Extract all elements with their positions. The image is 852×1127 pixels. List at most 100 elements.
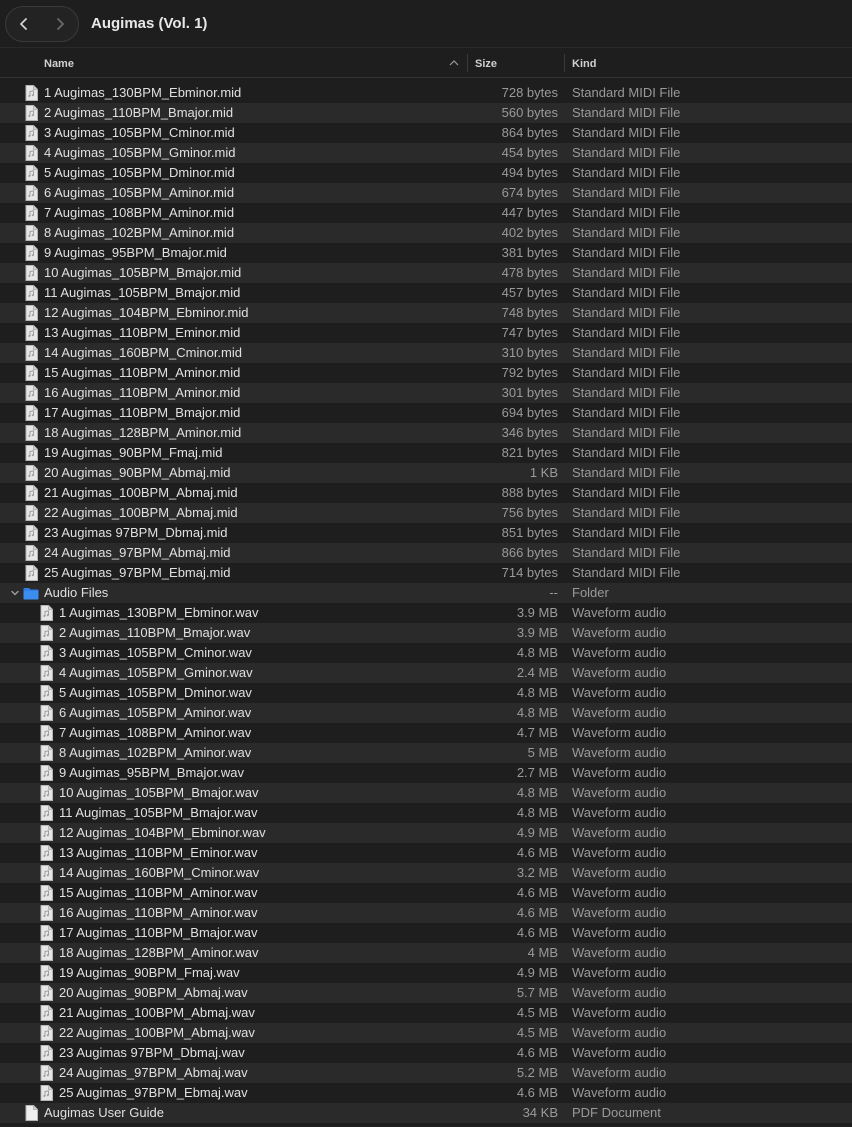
file-row[interactable]: 12 Augimas_104BPM_Ebminor.wav 4.9 MB Wavef… bbox=[0, 823, 852, 843]
file-name: 17 Augimas_110BPM_Bmajor.mid bbox=[44, 405, 241, 420]
column-header-name[interactable]: Name bbox=[44, 58, 74, 70]
file-size: 4.5 MB bbox=[516, 1025, 558, 1040]
column-header-size[interactable]: Size bbox=[475, 58, 497, 70]
file-name: 18 Augimas_128BPM_Aminor.wav bbox=[59, 945, 259, 960]
file-row[interactable]: 23 Augimas 97BPM_Dbmaj.wav 4.6 MB Waveform… bbox=[0, 1043, 852, 1063]
file-row[interactable]: 18 Augimas_128BPM_Aminor.mid 346 bytes Sta… bbox=[0, 423, 852, 443]
file-row[interactable]: 16 Augimas_110BPM_Aminor.mid 301 bytes Sta… bbox=[0, 383, 852, 403]
file-name: 14 Augimas_160BPM_Cminor.wav bbox=[59, 865, 260, 880]
file-row[interactable]: 18 Augimas_128BPM_Aminor.wav 4 MB Waveform… bbox=[0, 943, 852, 963]
file-row[interactable]: 17 Augimas_110BPM_Bmajor.mid 694 bytes Sta… bbox=[0, 403, 852, 423]
file-row[interactable]: 1 Augimas_130BPM_Ebminor.mid 728 bytes Sta… bbox=[0, 83, 852, 103]
file-row[interactable]: Augimas User Guide 34 KB PDF Document bbox=[0, 1103, 852, 1123]
file-kind: Waveform audio bbox=[572, 1025, 667, 1040]
file-row[interactable]: 20 Augimas_90BPM_Abmaj.wav 5.7 MB Waveform… bbox=[0, 983, 852, 1003]
file-name: 5 Augimas_105BPM_Dminor.mid bbox=[44, 165, 235, 180]
file-row[interactable]: 9 Augimas_95BPM_Bmajor.wav 2.7 MB Waveform… bbox=[0, 763, 852, 783]
file-size: 4.6 MB bbox=[516, 885, 558, 900]
file-size: 4.6 MB bbox=[516, 1045, 558, 1060]
file-kind: Waveform audio bbox=[572, 825, 667, 840]
file-row[interactable]: 21 Augimas_100BPM_Abmaj.mid 888 bytes Stan… bbox=[0, 483, 852, 503]
file-kind: Standard MIDI File bbox=[572, 225, 681, 240]
file-size: 381 bytes bbox=[501, 245, 558, 260]
column-header-kind[interactable]: Kind bbox=[572, 58, 596, 70]
column-header: Name Size Kind bbox=[0, 50, 852, 78]
file-row[interactable]: 16 Augimas_110BPM_Aminor.wav 4.6 MB Wavefo… bbox=[0, 903, 852, 923]
file-row[interactable]: 11 Augimas_105BPM_Bmajor.wav 4.8 MB Wavefo… bbox=[0, 803, 852, 823]
file-row[interactable]: 1 Augimas_130BPM_Ebminor.wav 3.9 MB Wavefo… bbox=[0, 603, 852, 623]
back-button[interactable] bbox=[6, 7, 42, 41]
file-row[interactable]: 6 Augimas_105BPM_Aminor.wav 4.8 MB Wavefor… bbox=[0, 703, 852, 723]
file-row[interactable]: 4 Augimas_105BPM_Gminor.mid 454 bytes Stan… bbox=[0, 143, 852, 163]
midi-file-icon bbox=[25, 285, 38, 301]
file-row[interactable]: 10 Augimas_105BPM_Bmajor.mid 478 bytes Sta… bbox=[0, 263, 852, 283]
file-kind: Waveform audio bbox=[572, 645, 667, 660]
file-kind: Standard MIDI File bbox=[572, 185, 681, 200]
file-name: 25 Augimas_97BPM_Ebmaj.wav bbox=[59, 1085, 248, 1100]
file-row[interactable]: 3 Augimas_105BPM_Cminor.wav 4.8 MB Wavefor… bbox=[0, 643, 852, 663]
toolbar: Augimas (Vol. 1) bbox=[0, 0, 852, 48]
sort-ascending-icon[interactable] bbox=[449, 58, 459, 68]
file-name: 1 Augimas_130BPM_Ebminor.mid bbox=[44, 85, 242, 100]
file-row[interactable]: 13 Augimas_110BPM_Eminor.wav 4.6 MB Wavefo… bbox=[0, 843, 852, 863]
file-row[interactable]: 12 Augimas_104BPM_Ebminor.mid 748 bytes St… bbox=[0, 303, 852, 323]
file-row[interactable]: 25 Augimas_97BPM_Ebmaj.mid 714 bytes Stand… bbox=[0, 563, 852, 583]
file-kind: Standard MIDI File bbox=[572, 385, 681, 400]
file-row[interactable]: 20 Augimas_90BPM_Abmaj.mid 1 KB Standard M… bbox=[0, 463, 852, 483]
file-name: 9 Augimas_95BPM_Bmajor.mid bbox=[44, 245, 227, 260]
file-row[interactable]: 8 Augimas_102BPM_Aminor.mid 402 bytes Stan… bbox=[0, 223, 852, 243]
file-row[interactable]: 6 Augimas_105BPM_Aminor.mid 674 bytes Stan… bbox=[0, 183, 852, 203]
chevron-left-icon bbox=[20, 17, 27, 30]
file-kind: Standard MIDI File bbox=[572, 85, 681, 100]
file-row[interactable]: 7 Augimas_108BPM_Aminor.wav 4.7 MB Wavefor… bbox=[0, 723, 852, 743]
file-row[interactable]: 15 Augimas_110BPM_Aminor.wav 4.6 MB Wavefo… bbox=[0, 883, 852, 903]
file-row[interactable]: 5 Augimas_105BPM_Dminor.wav 4.8 MB Wavefor… bbox=[0, 683, 852, 703]
file-name: 22 Augimas_100BPM_Abmaj.wav bbox=[59, 1025, 255, 1040]
file-row[interactable]: 24 Augimas_97BPM_Abmaj.wav 5.2 MB Waveform… bbox=[0, 1063, 852, 1083]
file-name: 16 Augimas_110BPM_Aminor.wav bbox=[59, 905, 258, 920]
midi-file-icon bbox=[25, 325, 38, 341]
file-row[interactable]: 25 Augimas_97BPM_Ebmaj.wav 4.6 MB Waveform… bbox=[0, 1083, 852, 1103]
file-size: 3.9 MB bbox=[516, 625, 558, 640]
window-title: Augimas (Vol. 1) bbox=[91, 15, 208, 32]
file-row[interactable]: 11 Augimas_105BPM_Bmajor.mid 457 bytes Sta… bbox=[0, 283, 852, 303]
folder-row[interactable]: Audio Files -- Folder bbox=[0, 583, 852, 603]
audio-file-icon bbox=[40, 605, 53, 621]
file-row[interactable]: 13 Augimas_110BPM_Eminor.mid 747 bytes Sta… bbox=[0, 323, 852, 343]
file-name: 2 Augimas_110BPM_Bmajor.wav bbox=[59, 625, 251, 640]
file-row[interactable]: 24 Augimas_97BPM_Abmaj.mid 866 bytes Stand… bbox=[0, 543, 852, 563]
file-row[interactable]: 19 Augimas_90BPM_Fmaj.mid 821 bytes Standa… bbox=[0, 443, 852, 463]
file-kind: Waveform audio bbox=[572, 605, 667, 620]
file-row[interactable]: 2 Augimas_110BPM_Bmajor.mid 560 bytes Stan… bbox=[0, 103, 852, 123]
file-row[interactable]: 19 Augimas_90BPM_Fmaj.wav 4.9 MB Waveform … bbox=[0, 963, 852, 983]
file-row[interactable]: 2 Augimas_110BPM_Bmajor.wav 3.9 MB Wavefor… bbox=[0, 623, 852, 643]
file-kind: Folder bbox=[572, 585, 609, 600]
file-name: 21 Augimas_100BPM_Abmaj.mid bbox=[44, 485, 238, 500]
file-row[interactable]: 17 Augimas_110BPM_Bmajor.wav 4.6 MB Wavefo… bbox=[0, 923, 852, 943]
file-kind: Standard MIDI File bbox=[572, 285, 681, 300]
file-row[interactable]: 23 Augimas 97BPM_Dbmaj.mid 851 bytes Stand… bbox=[0, 523, 852, 543]
column-divider[interactable] bbox=[564, 54, 565, 72]
file-kind: Standard MIDI File bbox=[572, 545, 681, 560]
file-row[interactable]: 9 Augimas_95BPM_Bmajor.mid 381 bytes Stand… bbox=[0, 243, 852, 263]
forward-button[interactable] bbox=[42, 7, 78, 41]
file-row[interactable]: 14 Augimas_160BPM_Cminor.mid 310 bytes Sta… bbox=[0, 343, 852, 363]
file-row[interactable]: 21 Augimas_100BPM_Abmaj.wav 4.5 MB Wavefor… bbox=[0, 1003, 852, 1023]
file-row[interactable]: 22 Augimas_100BPM_Abmaj.mid 756 bytes Stan… bbox=[0, 503, 852, 523]
file-size: 4.6 MB bbox=[516, 905, 558, 920]
file-kind: Waveform audio bbox=[572, 1065, 667, 1080]
file-row[interactable]: 10 Augimas_105BPM_Bmajor.wav 4.8 MB Wavefo… bbox=[0, 783, 852, 803]
file-row[interactable]: 5 Augimas_105BPM_Dminor.mid 494 bytes Stan… bbox=[0, 163, 852, 183]
file-kind: Waveform audio bbox=[572, 905, 667, 920]
file-row[interactable]: 4 Augimas_105BPM_Gminor.wav 2.4 MB Wavefor… bbox=[0, 663, 852, 683]
audio-file-icon bbox=[40, 1085, 53, 1101]
column-divider[interactable] bbox=[467, 54, 468, 72]
file-row[interactable]: 14 Augimas_160BPM_Cminor.wav 3.2 MB Wavefo… bbox=[0, 863, 852, 883]
file-row[interactable]: 7 Augimas_108BPM_Aminor.mid 447 bytes Stan… bbox=[0, 203, 852, 223]
file-kind: Standard MIDI File bbox=[572, 105, 681, 120]
file-row[interactable]: 8 Augimas_102BPM_Aminor.wav 5 MB Waveform … bbox=[0, 743, 852, 763]
file-row[interactable]: 15 Augimas_110BPM_Aminor.mid 792 bytes Sta… bbox=[0, 363, 852, 383]
file-row[interactable]: 3 Augimas_105BPM_Cminor.mid 864 bytes Stan… bbox=[0, 123, 852, 143]
file-row[interactable]: 22 Augimas_100BPM_Abmaj.wav 4.5 MB Wavefor… bbox=[0, 1023, 852, 1043]
disclosure-chevron-down-icon[interactable] bbox=[9, 587, 21, 599]
